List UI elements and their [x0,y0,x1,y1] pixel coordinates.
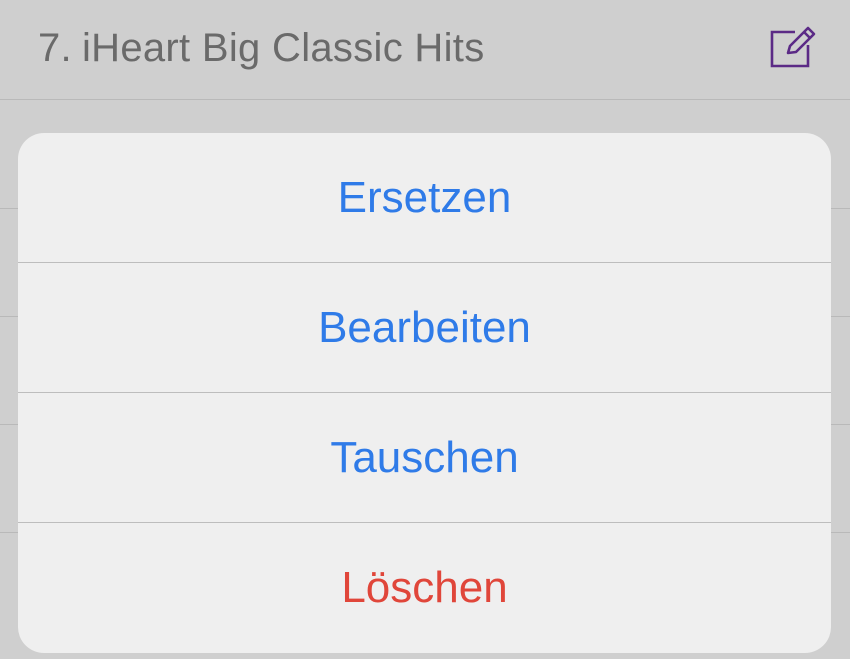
station-name: iHeart Big Classic Hits [81,26,485,70]
list-item[interactable]: 7. iHeart Big Classic Hits [0,0,850,100]
action-sheet: Ersetzen Bearbeiten Tauschen Löschen [18,133,831,653]
screen: 7. iHeart Big Classic Hits Ersetzen Bearb… [0,0,850,659]
edit-button[interactable]: Bearbeiten [18,263,831,393]
delete-button[interactable]: Löschen [18,523,831,653]
replace-button[interactable]: Ersetzen [18,133,831,263]
row-number: 7. [38,26,72,70]
compose-icon[interactable] [768,26,818,70]
row-title: 7. iHeart Big Classic Hits [38,26,485,71]
swap-button[interactable]: Tauschen [18,393,831,523]
